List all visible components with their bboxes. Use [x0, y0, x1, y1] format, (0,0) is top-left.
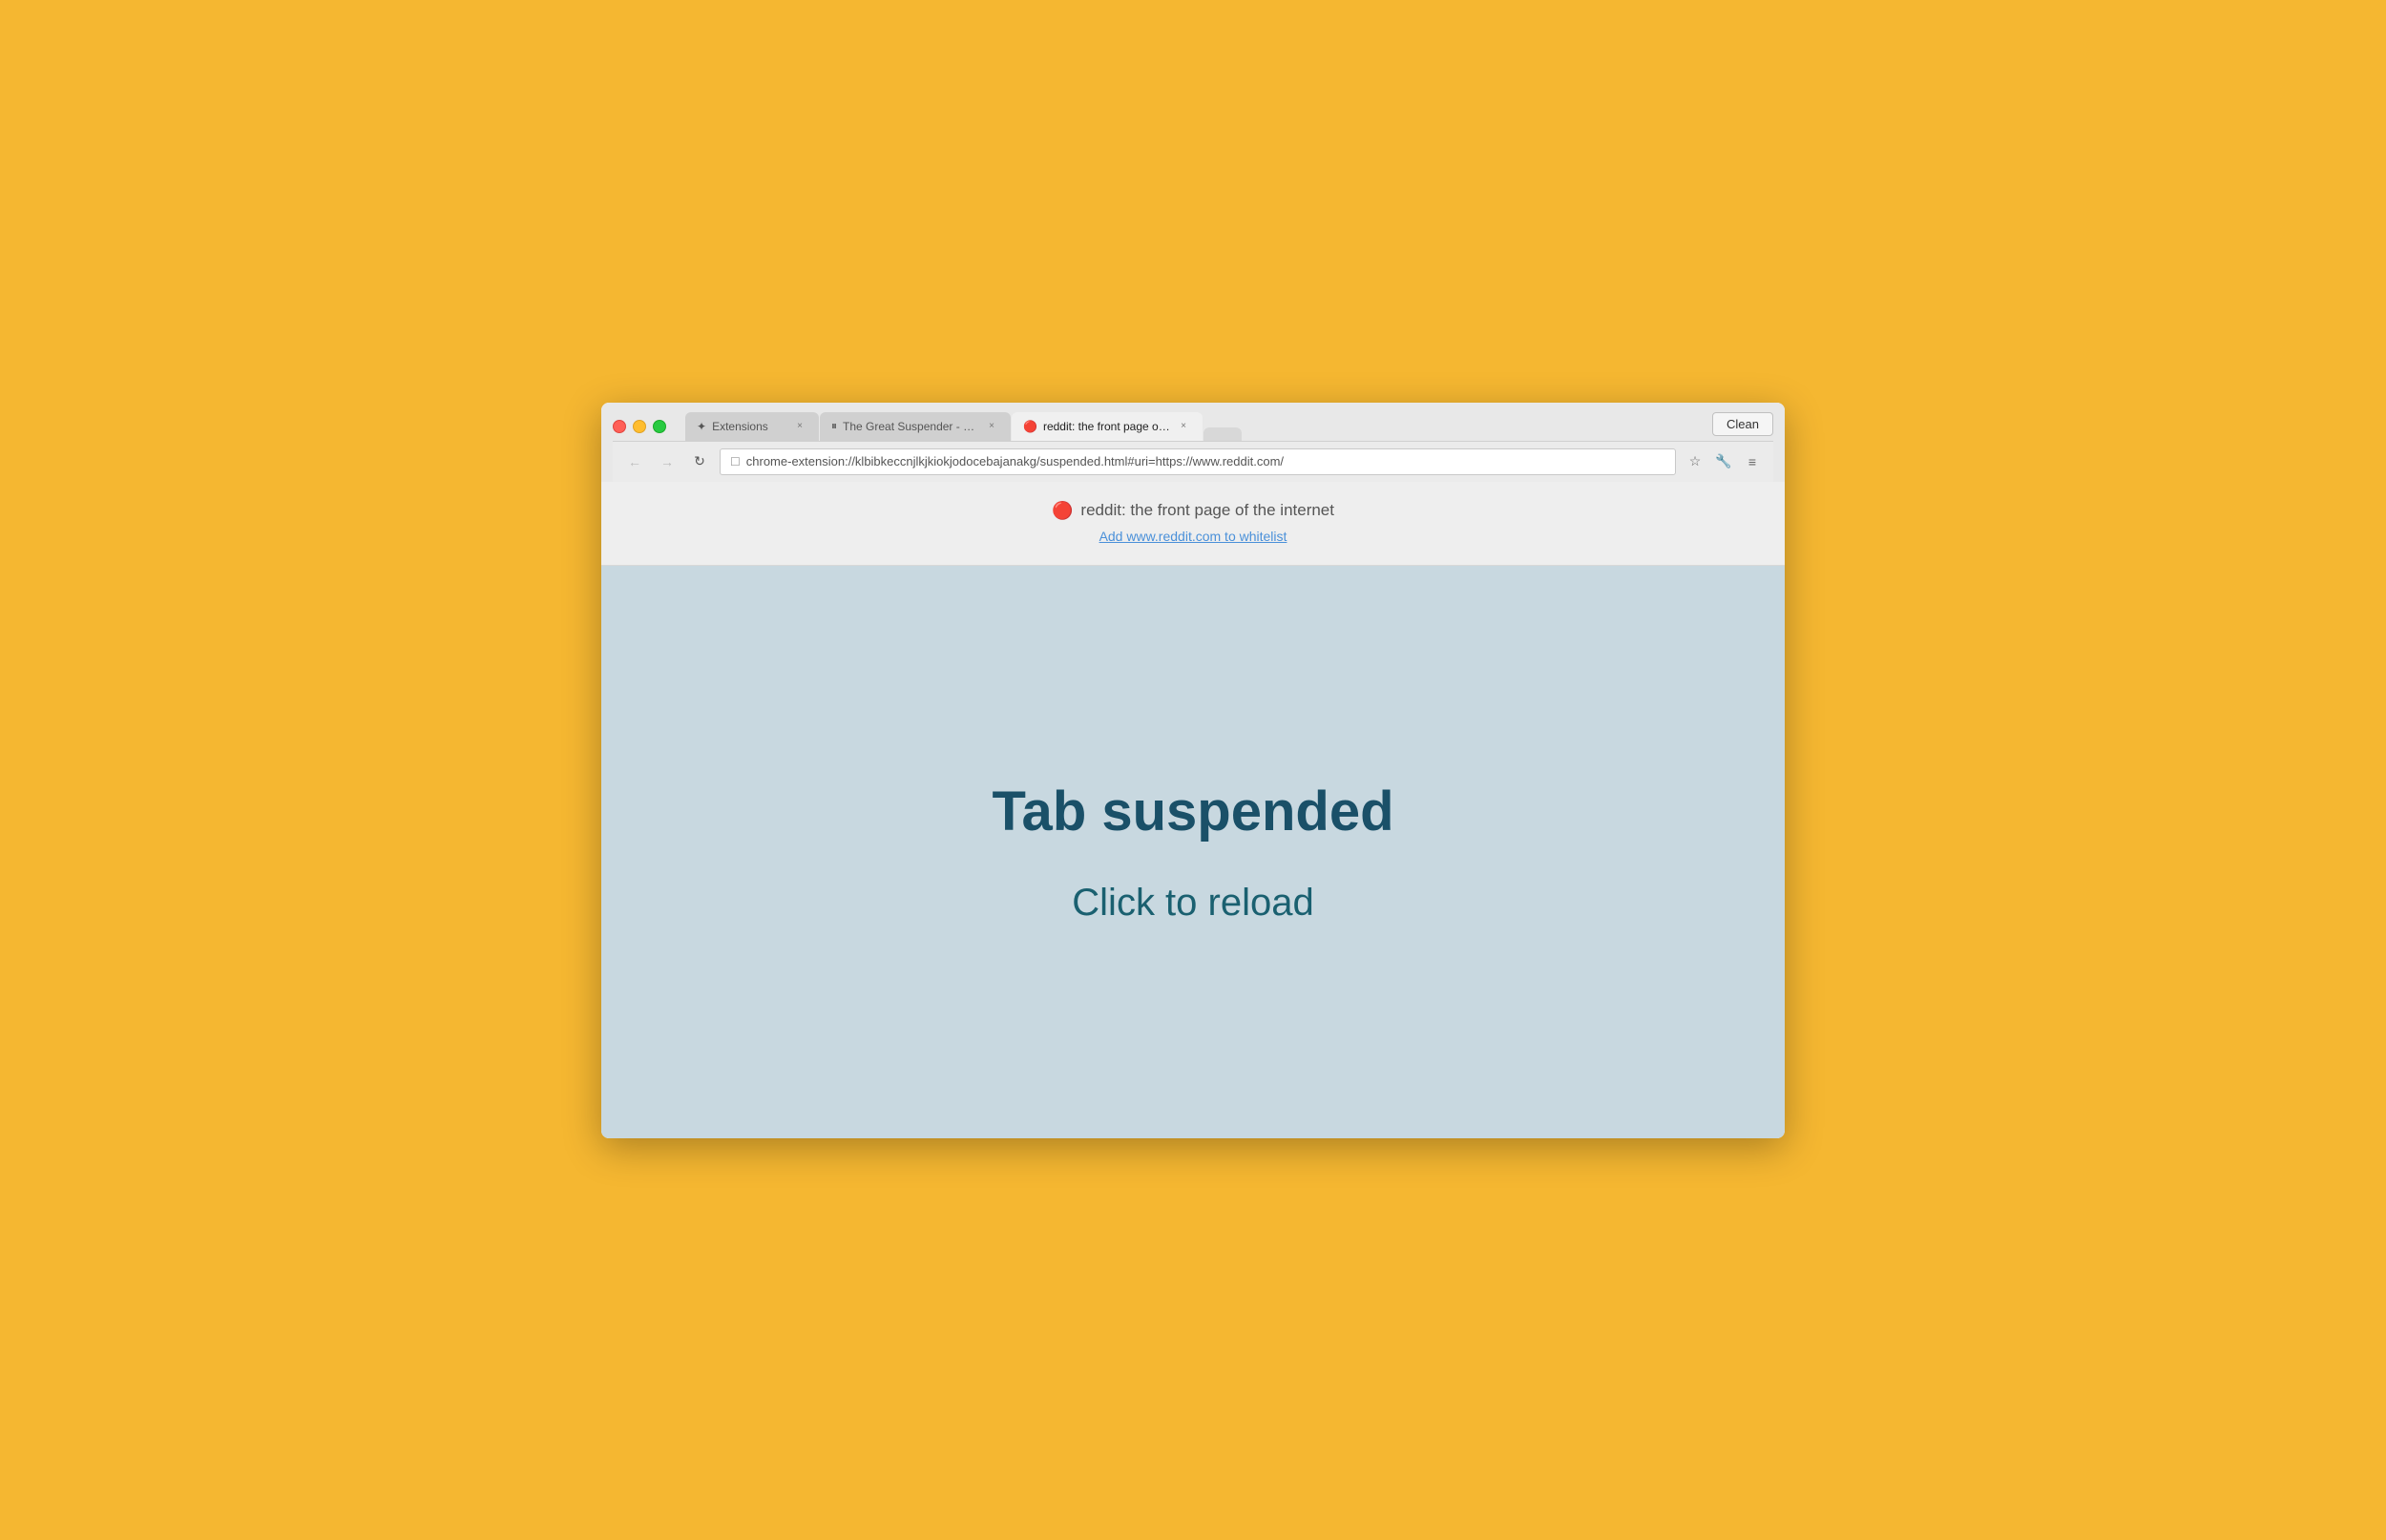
tab-extensions[interactable]: ✦ Extensions × — [685, 412, 819, 441]
traffic-lights — [613, 420, 666, 433]
address-bar-icon: ☐ — [730, 455, 741, 468]
tab-extensions-close[interactable]: × — [792, 419, 807, 434]
back-button[interactable]: ← — [622, 449, 647, 474]
tab-great-suspender-close[interactable]: × — [984, 419, 999, 434]
tab-empty[interactable] — [1203, 427, 1242, 441]
extension-icon[interactable]: 🔧 — [1712, 450, 1735, 473]
tabs-row: ✦ Extensions × ⏸ The Great Suspender - C… — [685, 412, 1701, 441]
tab-great-suspender[interactable]: ⏸ The Great Suspender - Ch… × — [820, 412, 1011, 441]
tab-reddit[interactable]: 🔴 reddit: the front page of th… × — [1012, 412, 1203, 441]
whitelist-link[interactable]: Add www.reddit.com to whitelist — [1099, 529, 1287, 544]
minimize-button[interactable] — [633, 420, 646, 433]
reddit-logo-icon: 🔴 — [1052, 501, 1073, 521]
browser-window: ✦ Extensions × ⏸ The Great Suspender - C… — [601, 403, 1785, 1138]
title-bar-top: ✦ Extensions × ⏸ The Great Suspender - C… — [613, 412, 1773, 441]
extensions-tab-icon: ✦ — [697, 420, 706, 433]
reddit-tab-icon: 🔴 — [1023, 420, 1037, 433]
page-title: reddit: the front page of the internet — [1080, 501, 1334, 520]
forward-button[interactable]: → — [655, 449, 680, 474]
address-bar[interactable]: ☐ chrome-extension://klbibkeccnjlkjkiokj… — [720, 448, 1676, 475]
maximize-button[interactable] — [653, 420, 666, 433]
page-title-row: 🔴 reddit: the front page of the internet — [620, 501, 1766, 521]
toolbar-icons: ☆ 🔧 ≡ — [1684, 450, 1764, 473]
menu-icon[interactable]: ≡ — [1741, 450, 1764, 473]
clean-button[interactable]: Clean — [1712, 412, 1773, 436]
tab-extensions-label: Extensions — [712, 420, 786, 433]
tab-reddit-label: reddit: the front page of th… — [1043, 420, 1170, 433]
reload-button[interactable]: ↻ — [687, 449, 712, 474]
suspended-content[interactable]: Tab suspended Click to reload — [601, 566, 1785, 1138]
page-header: 🔴 reddit: the front page of the internet… — [601, 482, 1785, 566]
omnibox-row: ← → ↻ ☐ chrome-extension://klbibkeccnjlk… — [613, 441, 1773, 482]
close-button[interactable] — [613, 420, 626, 433]
star-icon[interactable]: ☆ — [1684, 450, 1706, 473]
tab-great-suspender-label: The Great Suspender - Ch… — [843, 420, 978, 433]
tab-reddit-close[interactable]: × — [1176, 419, 1191, 434]
tab-suspended-heading: Tab suspended — [992, 780, 1393, 843]
great-suspender-tab-icon: ⏸ — [831, 419, 837, 433]
address-text: chrome-extension://klbibkeccnjlkjkiokjod… — [746, 454, 1665, 468]
title-bar: ✦ Extensions × ⏸ The Great Suspender - C… — [601, 403, 1785, 482]
click-to-reload-text: Click to reload — [1072, 882, 1313, 925]
